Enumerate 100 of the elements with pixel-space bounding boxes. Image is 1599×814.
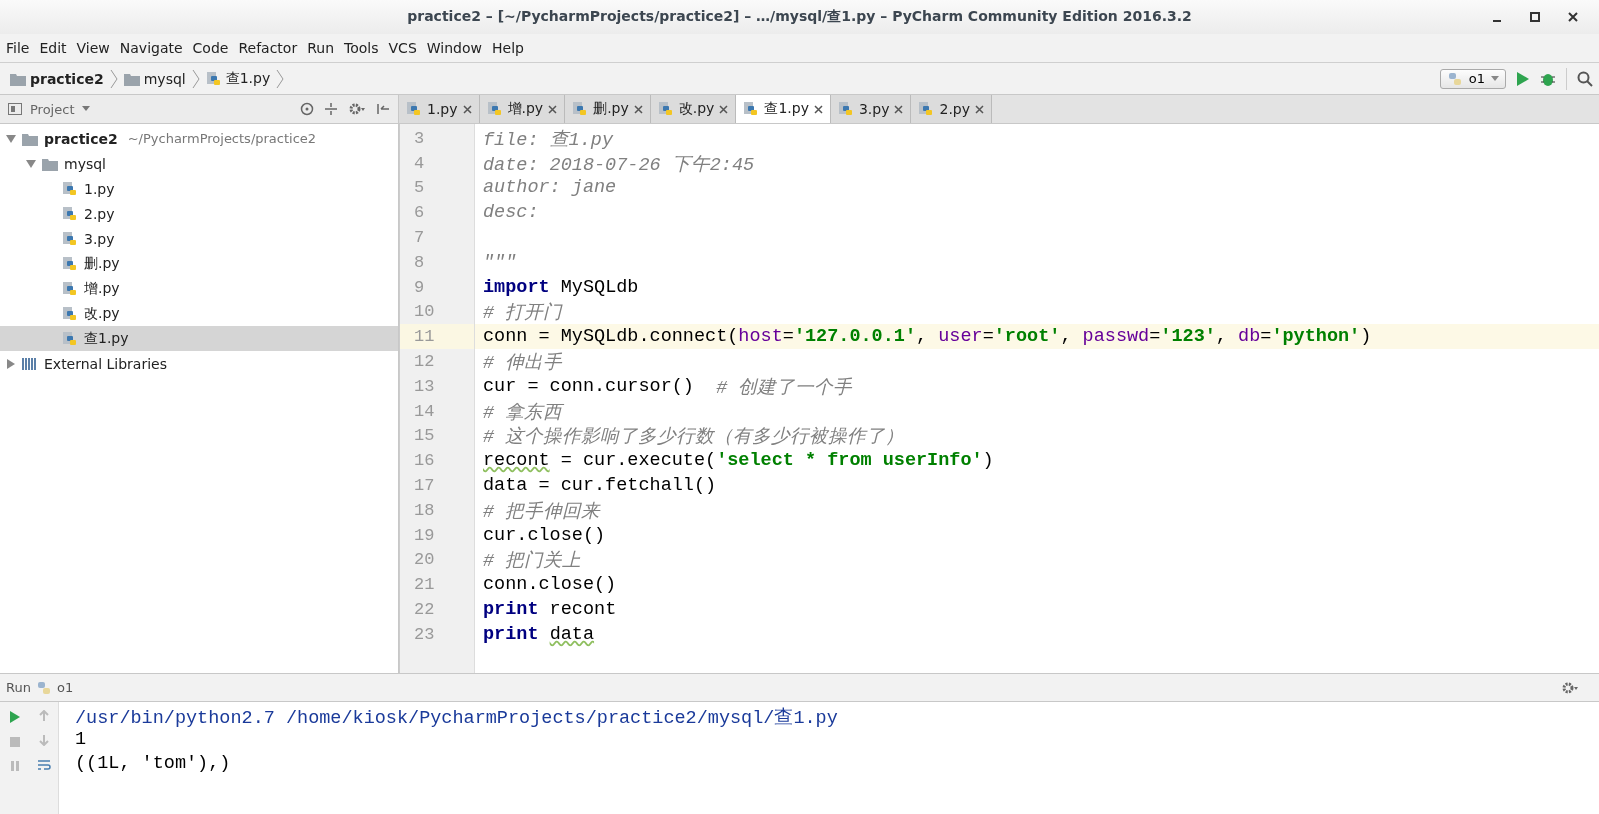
line-number: 13: [413, 375, 436, 398]
target-icon[interactable]: [300, 102, 314, 116]
tree-item[interactable]: mysql: [0, 151, 398, 176]
menu-item[interactable]: Help: [492, 40, 524, 56]
wrap-icon[interactable]: [36, 758, 51, 772]
code-line: print recont: [482, 598, 618, 622]
expanded-arrow-icon[interactable]: [26, 158, 36, 169]
tree-item-label[interactable]: 1.py: [84, 180, 115, 197]
tree-item[interactable]: practice2 ~/PycharmProjects/practice2: [0, 126, 398, 151]
menu-item[interactable]: File: [6, 40, 30, 56]
expanded-arrow-icon[interactable]: [6, 133, 16, 144]
menu-item[interactable]: Run: [307, 40, 335, 56]
editor-tab[interactable]: 3.py: [830, 95, 912, 123]
menu-item[interactable]: Edit: [39, 40, 67, 56]
menu-item[interactable]: Tools: [344, 40, 379, 56]
tree-item[interactable]: 2.py: [0, 201, 398, 226]
editor-tab[interactable]: 删.py: [565, 95, 651, 123]
search-icon[interactable]: [1577, 70, 1593, 87]
tree-item-label[interactable]: 2.py: [84, 205, 115, 222]
tree-item-label[interactable]: 查1.py: [84, 329, 129, 348]
tree-item-label[interactable]: External Libraries: [44, 355, 167, 372]
run-icon[interactable]: [1516, 70, 1530, 87]
editor-tab[interactable]: 2.py: [911, 95, 992, 123]
code-line: file: 查1.py: [482, 128, 615, 151]
line-number: 8: [413, 251, 426, 274]
python-file-icon: [62, 280, 78, 297]
tree-item-label[interactable]: 3.py: [84, 230, 115, 247]
tree-item[interactable]: 增.py: [0, 276, 398, 301]
code-line: desc:: [482, 201, 540, 226]
close-icon[interactable]: [1567, 11, 1579, 23]
panel-title[interactable]: Project: [30, 101, 75, 117]
close-icon[interactable]: [633, 104, 643, 114]
python-file-icon: [62, 305, 78, 322]
project-view-icon: [8, 103, 22, 115]
tree-item[interactable]: 改.py: [0, 301, 398, 326]
tree-item-label[interactable]: 增.py: [84, 279, 120, 298]
line-number: 6: [413, 202, 426, 225]
breadcrumb-item[interactable]: 查1.py: [225, 69, 271, 88]
editor-tab[interactable]: 1.py: [399, 95, 480, 123]
line-number: 7: [413, 227, 426, 250]
python-file-icon: [62, 230, 78, 247]
line-number: 9: [413, 276, 426, 299]
breadcrumb-item[interactable]: mysql: [143, 70, 186, 87]
caret-icon[interactable]: [82, 106, 91, 112]
menu-item[interactable]: Code: [192, 40, 229, 56]
tree-item[interactable]: 1.py: [0, 176, 398, 201]
code-line: """: [482, 250, 518, 275]
code-line: date: 2018-07-26 下午2:45: [482, 153, 756, 176]
code-line: # 拿东西: [482, 401, 565, 424]
tree-item[interactable]: 3.py: [0, 226, 398, 251]
close-icon[interactable]: [462, 104, 472, 114]
code-line: conn.close(): [482, 573, 618, 598]
editor-tab[interactable]: 改.py: [650, 95, 737, 123]
maximize-icon[interactable]: [1529, 11, 1541, 23]
tree-item-label[interactable]: mysql: [64, 155, 106, 172]
breadcrumb-item[interactable]: practice2: [30, 70, 104, 87]
console-line: ((1L, 'tom'),): [75, 753, 232, 776]
hide-panel-icon[interactable]: [376, 102, 390, 116]
tree-item-label[interactable]: 删.py: [84, 254, 120, 273]
tree-item[interactable]: 查1.py: [0, 326, 398, 351]
python-file-icon: [205, 70, 222, 87]
menu-item[interactable]: Window: [426, 40, 482, 56]
run-icon[interactable]: [8, 710, 21, 724]
code-line: recont = cur.execute('select * from userInfo'): [482, 449, 995, 474]
menu-item[interactable]: Navigate: [119, 40, 183, 56]
project-path: ~/PycharmProjects/practice2: [127, 131, 317, 146]
close-icon[interactable]: [719, 104, 729, 114]
collapsed-arrow-icon[interactable]: [6, 358, 16, 369]
line-number: 3: [413, 127, 426, 150]
folder-icon: [42, 156, 58, 171]
close-icon[interactable]: [894, 104, 904, 114]
code-line: data = cur.fetchall(): [482, 474, 718, 498]
tree-item-label[interactable]: 改.py: [84, 304, 120, 323]
tree-item[interactable]: External Libraries: [0, 351, 398, 376]
line-number: 14: [413, 400, 436, 423]
python-file-icon: [62, 180, 78, 197]
python-file-icon: [918, 101, 935, 117]
menu-item[interactable]: Refactor: [238, 40, 298, 56]
line-number: 5: [413, 177, 426, 200]
close-icon[interactable]: [813, 104, 823, 114]
console-line: 1: [75, 728, 88, 752]
close-icon[interactable]: [548, 104, 558, 114]
close-icon[interactable]: [975, 104, 984, 114]
menu-item[interactable]: View: [76, 40, 110, 56]
python-file-icon: [62, 330, 78, 347]
run-config-dropdown[interactable]: o1: [1439, 68, 1506, 89]
menu-item[interactable]: VCS: [388, 40, 417, 56]
collapse-icon[interactable]: [324, 102, 338, 116]
python-file-icon: [62, 205, 78, 222]
editor-tab[interactable]: 查1.py: [736, 95, 831, 123]
line-number: 19: [413, 524, 436, 547]
panel-title[interactable]: Run: [6, 680, 31, 695]
python-file-icon: [62, 255, 78, 272]
gear-icon[interactable]: [348, 102, 366, 116]
run-config-name[interactable]: o1: [56, 680, 74, 695]
python-icon: [1446, 70, 1463, 87]
tree-item[interactable]: 删.py: [0, 251, 398, 276]
tree-item-label[interactable]: practice2: [44, 130, 118, 147]
editor-tab[interactable]: 增.py: [479, 95, 566, 123]
gear-icon[interactable]: [1561, 680, 1579, 695]
